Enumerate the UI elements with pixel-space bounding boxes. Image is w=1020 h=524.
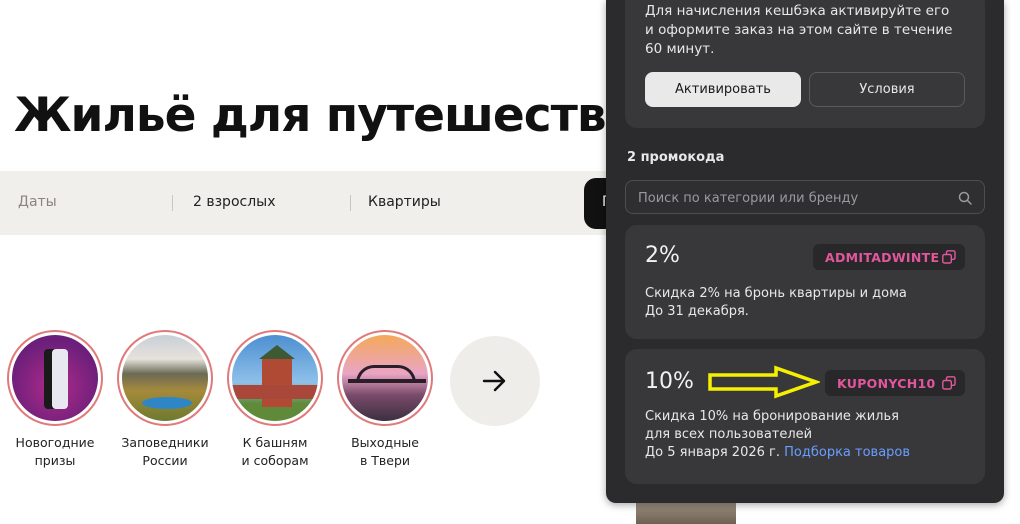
promo-card: 2% ADMITADWINTE Скидка 2% на бронь кварт… (625, 225, 985, 339)
story-item[interactable]: Выходные в Твери (335, 330, 435, 470)
search-bar: Даты 2 взрослых Квартиры (0, 171, 620, 235)
promo-count: 2 промокода (627, 150, 725, 165)
dates-field[interactable]: Даты (18, 194, 57, 210)
promo-description: Скидка 10% на бронирование жилья для все… (645, 408, 910, 462)
divider (172, 195, 173, 211)
story-item[interactable]: К башням и соборам (225, 330, 325, 470)
activate-button[interactable]: Активировать (645, 72, 801, 107)
story-thumbnail (7, 330, 103, 426)
cashback-panel: Для начисления кешбэка активируйте его и… (606, 0, 1004, 503)
copy-icon[interactable] (942, 250, 956, 264)
guests-field[interactable]: 2 взрослых (193, 194, 276, 210)
story-thumbnail (227, 330, 323, 426)
search-icon[interactable] (958, 191, 972, 205)
promo-code-text: KUPONYCH10 (837, 376, 936, 391)
story-thumbnail (636, 503, 736, 524)
property-type-field[interactable]: Квартиры (368, 194, 441, 210)
promo-description: Скидка 2% на бронь квартиры и дома До 31… (645, 285, 907, 321)
promo-search (625, 180, 985, 214)
story-caption: Новогодние (15, 435, 95, 450)
story-thumbnail (117, 330, 213, 426)
annotation-arrow-icon (708, 365, 820, 399)
promo-line: До 5 января 2026 г. (645, 445, 780, 460)
story-caption: Выходные (351, 435, 419, 450)
promo-line: До 31 декабря. (645, 304, 749, 319)
promo-percent: 2% (645, 243, 680, 268)
promo-line: Скидка 2% на бронь квартиры и дома (645, 286, 907, 301)
copy-icon[interactable] (942, 376, 956, 390)
arrow-right-icon (482, 370, 506, 392)
story-thumbnail (337, 330, 433, 426)
promo-percent: 10% (645, 369, 694, 394)
cashback-text: Для начисления кешбэка активируйте его и… (645, 3, 953, 57)
divider (350, 195, 351, 211)
promo-line: для всех пользователей (645, 427, 813, 442)
story-caption: в Твери (359, 453, 411, 468)
page-title: Жильё для путешествия (14, 88, 668, 143)
promo-code[interactable]: KUPONYCH10 (825, 370, 965, 396)
cashback-card: Для начисления кешбэка активируйте его и… (625, 0, 985, 128)
promo-search-input[interactable] (636, 187, 940, 209)
story-caption: призы (34, 453, 76, 468)
story-caption: Заповедники (121, 435, 209, 450)
promo-line: Скидка 10% на бронирование жилья (645, 409, 899, 424)
next-stories-button[interactable] (450, 336, 540, 426)
story-caption: России (142, 453, 188, 468)
terms-button[interactable]: Условия (809, 72, 965, 107)
story-caption: К башням (242, 435, 308, 450)
story-caption: и соборам (241, 453, 309, 468)
promo-code-text: ADMITADWINTE (825, 250, 940, 265)
product-selection-link[interactable]: Подборка товаров (784, 445, 910, 460)
story-item[interactable]: Новогодние призы (5, 330, 105, 470)
promo-code[interactable]: ADMITADWINTE (813, 244, 965, 270)
story-item[interactable]: Заповедники России (115, 330, 215, 470)
